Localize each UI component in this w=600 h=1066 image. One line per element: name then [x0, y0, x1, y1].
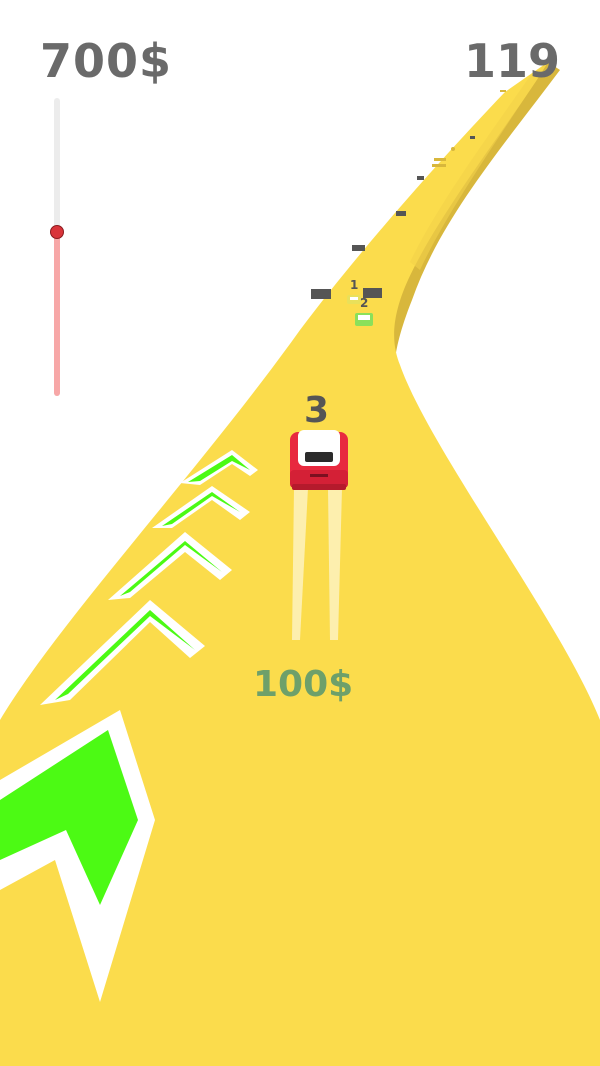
road-edge-highlight [410, 62, 548, 270]
score-counter: 119 [463, 34, 560, 88]
obstacle-block-icon [470, 136, 475, 139]
boost-marker [500, 90, 506, 92]
obstacle-block-icon [396, 211, 406, 216]
boost-marker [451, 147, 455, 151]
rival-car-2 [355, 313, 373, 326]
player-position-label: 3 [304, 390, 330, 431]
player-progress-marker-icon [50, 225, 64, 239]
obstacle-block-icon [352, 245, 365, 251]
rival-car-1 [347, 295, 361, 304]
rival-position-label: 1 [350, 278, 359, 292]
boost-marker [434, 158, 446, 161]
obstacle-block-icon [311, 289, 331, 299]
money-counter: 700$ [40, 34, 173, 88]
level-progress-bar [54, 98, 60, 396]
game-scene[interactable] [0, 0, 600, 1066]
level-progress-fill [54, 232, 60, 396]
reward-popup: 100$ [253, 664, 354, 705]
obstacle-block-icon [417, 176, 424, 180]
boost-marker [432, 164, 446, 167]
rival-position-label: 2 [360, 296, 369, 310]
